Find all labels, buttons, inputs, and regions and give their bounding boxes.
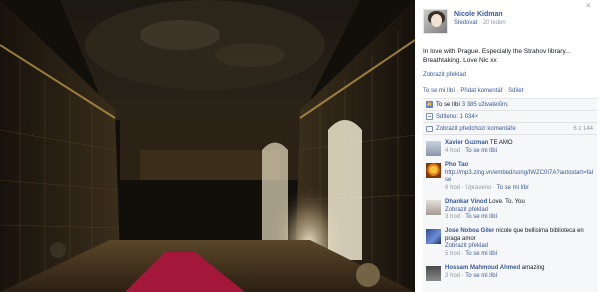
like-link[interactable]: To se mi líbí — [423, 88, 455, 94]
commenter-avatar[interactable] — [426, 200, 441, 215]
comment-like-link[interactable]: To se mi líbí — [465, 251, 497, 257]
comment-meta: 4 hod · To se mi líbí — [445, 147, 498, 154]
comment-text: amazing — [521, 265, 545, 271]
comment-text: TE AMO — [489, 140, 513, 146]
commenter-avatar[interactable] — [426, 141, 441, 156]
comment-link[interactable]: http://mp3.zing.vn/embed/song/IWZC0I7A?a… — [445, 170, 595, 185]
comment-like-link[interactable]: To se mi líbí — [465, 214, 497, 220]
post-text: In love with Prague. Especially the Stra… — [423, 48, 571, 64]
translate-post-link[interactable]: Zobrazit překlad — [423, 72, 466, 78]
comment-bubble-icon — [426, 125, 433, 132]
comment-time[interactable]: 3 hod — [445, 214, 460, 220]
commenter-name[interactable]: Pho Tao — [445, 162, 468, 168]
comments-count: 6 z 144 — [573, 125, 593, 132]
comment-like-link[interactable]: To se mi líbí — [465, 273, 497, 279]
commenter-avatar[interactable] — [426, 163, 441, 178]
comment-time[interactable]: 5 hod — [445, 251, 460, 257]
likes-row: 👍 To se líbí 3 385 uživatelům. — [423, 99, 597, 111]
commenter-name[interactable]: Xavier Guzman — [445, 140, 488, 146]
feedback-panel: 👍 To se líbí 3 385 uživatelům. Sdíleno: … — [423, 98, 597, 292]
author-meta: Sledovat · 20 leden — [454, 20, 506, 26]
comment-meta: 3 hod · To se mi líbí — [445, 272, 498, 279]
follow-link[interactable]: Sledovat — [454, 20, 477, 26]
previous-comments-row[interactable]: Zobrazit předchozí komentáře 6 z 144 — [423, 123, 597, 135]
view-previous-comments[interactable]: Zobrazit předchozí komentáře — [436, 126, 516, 132]
comment-meta: 6 hod · Upraveno · To se mi líbí — [445, 184, 529, 191]
comment-edited[interactable]: Upraveno — [465, 185, 491, 191]
shares-count[interactable]: Sdíleno: 1 034× — [436, 114, 478, 120]
post-sidebar: × Nicole Kidman Sledovat · 20 leden In l… — [415, 0, 600, 292]
share-icon — [426, 113, 433, 120]
likes-users-link[interactable]: 3 385 uživatelům — [462, 102, 507, 108]
comment-meta: 5 hod · To se mi líbí — [445, 250, 498, 257]
post-actions: To se mi líbí · Přidat komentář · Sdílet — [423, 88, 523, 94]
library-photo — [0, 0, 415, 292]
commenter-avatar[interactable] — [426, 266, 441, 281]
comment-meta: 3 hod · To se mi líbí — [445, 214, 498, 220]
post-date[interactable]: 20 leden — [483, 20, 506, 26]
post-photo[interactable] — [0, 0, 415, 292]
author-name[interactable]: Nicole Kidman — [454, 11, 503, 18]
comment-time[interactable]: 4 hod — [445, 148, 460, 154]
comment-translate-link[interactable]: Zobrazit překlad — [445, 243, 595, 251]
comment-time[interactable]: 6 hod — [445, 185, 460, 191]
commenter-name[interactable]: Jose Noboa Giler — [445, 228, 494, 234]
shares-row: Sdíleno: 1 034× — [423, 111, 597, 123]
comment-time[interactable]: 3 hod — [445, 273, 460, 279]
commenter-name[interactable]: Hossam Mahmoud Ahmed — [445, 265, 520, 271]
comment-text: Love. To. You — [488, 199, 525, 205]
commenter-name[interactable]: Dhankar Vinod — [445, 199, 487, 205]
thumbs-up-icon: 👍 — [426, 101, 433, 108]
commenter-avatar[interactable] — [426, 229, 441, 244]
close-icon[interactable]: × — [586, 2, 591, 10]
comment-like-link[interactable]: To se mi líbí — [465, 148, 497, 154]
comment-translate-link[interactable]: Zobrazit překlad — [445, 207, 595, 215]
comment-like-link[interactable]: To se mi líbí — [497, 185, 529, 191]
add-comment-link[interactable]: Přidat komentář — [460, 88, 502, 94]
likes-count[interactable]: To se líbí 3 385 uživatelům. — [436, 102, 509, 108]
share-link[interactable]: Sdílet — [508, 88, 523, 94]
author-avatar[interactable] — [423, 9, 448, 34]
